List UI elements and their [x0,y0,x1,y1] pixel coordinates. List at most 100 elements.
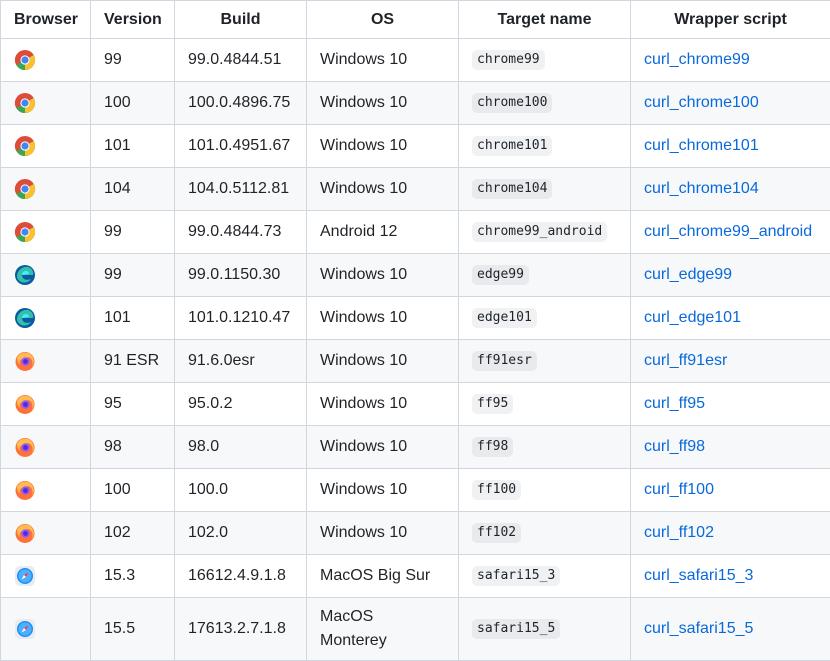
build-cell: 17613.2.7.1.8 [175,598,307,661]
browser-cell [1,125,91,168]
table-row: 102102.0Windows 10ff102curl_ff102 [1,512,830,555]
os-cell: MacOS Big Sur [307,555,459,598]
target-name-code: ff100 [472,480,521,500]
version-cell: 15.5 [91,598,175,661]
target-name-cell: chrome100 [459,82,631,125]
wrapper-script-cell: curl_safari15_5 [631,598,830,661]
build-cell: 91.6.0esr [175,340,307,383]
firefox-icon [14,350,36,372]
wrapper-script-link[interactable]: curl_chrome99 [644,51,750,68]
wrapper-script-cell: curl_ff91esr [631,340,830,383]
target-name-code: safari15_3 [472,566,560,586]
browser-cell [1,555,91,598]
os-cell: Windows 10 [307,254,459,297]
version-cell: 99 [91,39,175,82]
target-name-code: edge101 [472,308,537,328]
target-name-cell: edge101 [459,297,631,340]
wrapper-script-link[interactable]: curl_edge101 [644,309,741,326]
target-name-code: ff91esr [472,351,537,371]
header-target-name: Target name [459,1,631,39]
target-name-cell: ff98 [459,426,631,469]
target-name-code: chrome101 [472,136,552,156]
target-name-code: ff102 [472,523,521,543]
build-cell: 100.0.4896.75 [175,82,307,125]
header-wrapper-script: Wrapper script [631,1,830,39]
wrapper-script-link[interactable]: curl_chrome104 [644,180,759,197]
browser-cell [1,39,91,82]
build-cell: 101.0.1210.47 [175,297,307,340]
target-name-cell: safari15_5 [459,598,631,661]
os-text: MacOS Monterey [320,605,400,653]
target-name-cell: ff95 [459,383,631,426]
target-name-cell: ff100 [459,469,631,512]
wrapper-script-cell: curl_chrome100 [631,82,830,125]
wrapper-script-link[interactable]: curl_safari15_3 [644,567,753,584]
browser-cell [1,340,91,383]
version-cell: 100 [91,82,175,125]
table-row: 101101.0.4951.67Windows 10chrome101curl_… [1,125,830,168]
wrapper-script-cell: curl_edge101 [631,297,830,340]
browser-cell [1,426,91,469]
table-row: 15.316612.4.9.1.8MacOS Big Sursafari15_3… [1,555,830,598]
safari-icon [14,565,36,587]
os-cell: Windows 10 [307,426,459,469]
firefox-icon [14,522,36,544]
chrome-icon [14,221,36,243]
table-row: 9999.0.4844.73Android 12chrome99_android… [1,211,830,254]
edge-icon [14,307,36,329]
firefox-icon [14,436,36,458]
target-name-code: chrome99 [472,50,545,70]
table-row: 9898.0Windows 10ff98curl_ff98 [1,426,830,469]
target-name-code: chrome104 [472,179,552,199]
os-cell: Windows 10 [307,125,459,168]
table-row: 9999.0.1150.30Windows 10edge99curl_edge9… [1,254,830,297]
os-text: Windows 10 [320,349,407,373]
version-cell: 99 [91,211,175,254]
os-cell: Windows 10 [307,82,459,125]
target-name-cell: edge99 [459,254,631,297]
target-name-cell: chrome101 [459,125,631,168]
build-cell: 99.0.4844.51 [175,39,307,82]
target-name-cell: safari15_3 [459,555,631,598]
os-text: Windows 10 [320,91,407,115]
target-name-cell: ff91esr [459,340,631,383]
table-row: 15.517613.2.7.1.8 MacOS Monterey safari15_… [1,598,830,661]
target-name-code: chrome100 [472,93,552,113]
wrapper-script-link[interactable]: curl_ff102 [644,524,714,541]
chrome-icon [14,92,36,114]
wrapper-script-cell: curl_ff100 [631,469,830,512]
wrapper-script-link[interactable]: curl_chrome101 [644,137,759,154]
table-header-row: Browser Version Build OS Target name Wra… [1,1,830,39]
os-text: Windows 10 [320,263,407,287]
wrapper-script-link[interactable]: curl_chrome100 [644,94,759,111]
os-text: Windows 10 [320,177,407,201]
os-cell: Windows 10 [307,39,459,82]
build-cell: 104.0.5112.81 [175,168,307,211]
wrapper-script-link[interactable]: curl_ff91esr [644,352,727,369]
safari-icon [14,618,36,640]
version-cell: 104 [91,168,175,211]
table-row: 100100.0.4896.75 Windows 10 chrome100 curl_… [1,82,830,125]
build-cell: 98.0 [175,426,307,469]
wrapper-script-link[interactable]: curl_ff100 [644,481,714,498]
browser-targets-table: Browser Version Build OS Target name Wra… [0,0,830,661]
build-cell: 102.0 [175,512,307,555]
wrapper-script-link[interactable]: curl_ff98 [644,438,705,455]
wrapper-script-link[interactable]: curl_ff95 [644,395,705,412]
browser-cell [1,598,91,661]
wrapper-script-cell: curl_chrome99_android [631,211,830,254]
os-cell: Windows 10 [307,168,459,211]
wrapper-script-link[interactable]: curl_edge99 [644,266,732,283]
table-row: 100100.0Windows 10ff100curl_ff100 [1,469,830,512]
build-cell: 16612.4.9.1.8 [175,555,307,598]
target-name-cell: chrome104 [459,168,631,211]
wrapper-script-link[interactable]: curl_chrome99_android [644,223,812,240]
target-name-cell: ff102 [459,512,631,555]
target-name-code: chrome99_android [472,222,607,242]
header-os: OS [307,1,459,39]
version-cell: 101 [91,125,175,168]
header-build: Build [175,1,307,39]
target-name-code: safari15_5 [472,619,560,639]
wrapper-script-link[interactable]: curl_safari15_5 [644,620,753,637]
table-body: 9999.0.4844.51Windows 10chrome99curl_chr… [1,39,830,661]
